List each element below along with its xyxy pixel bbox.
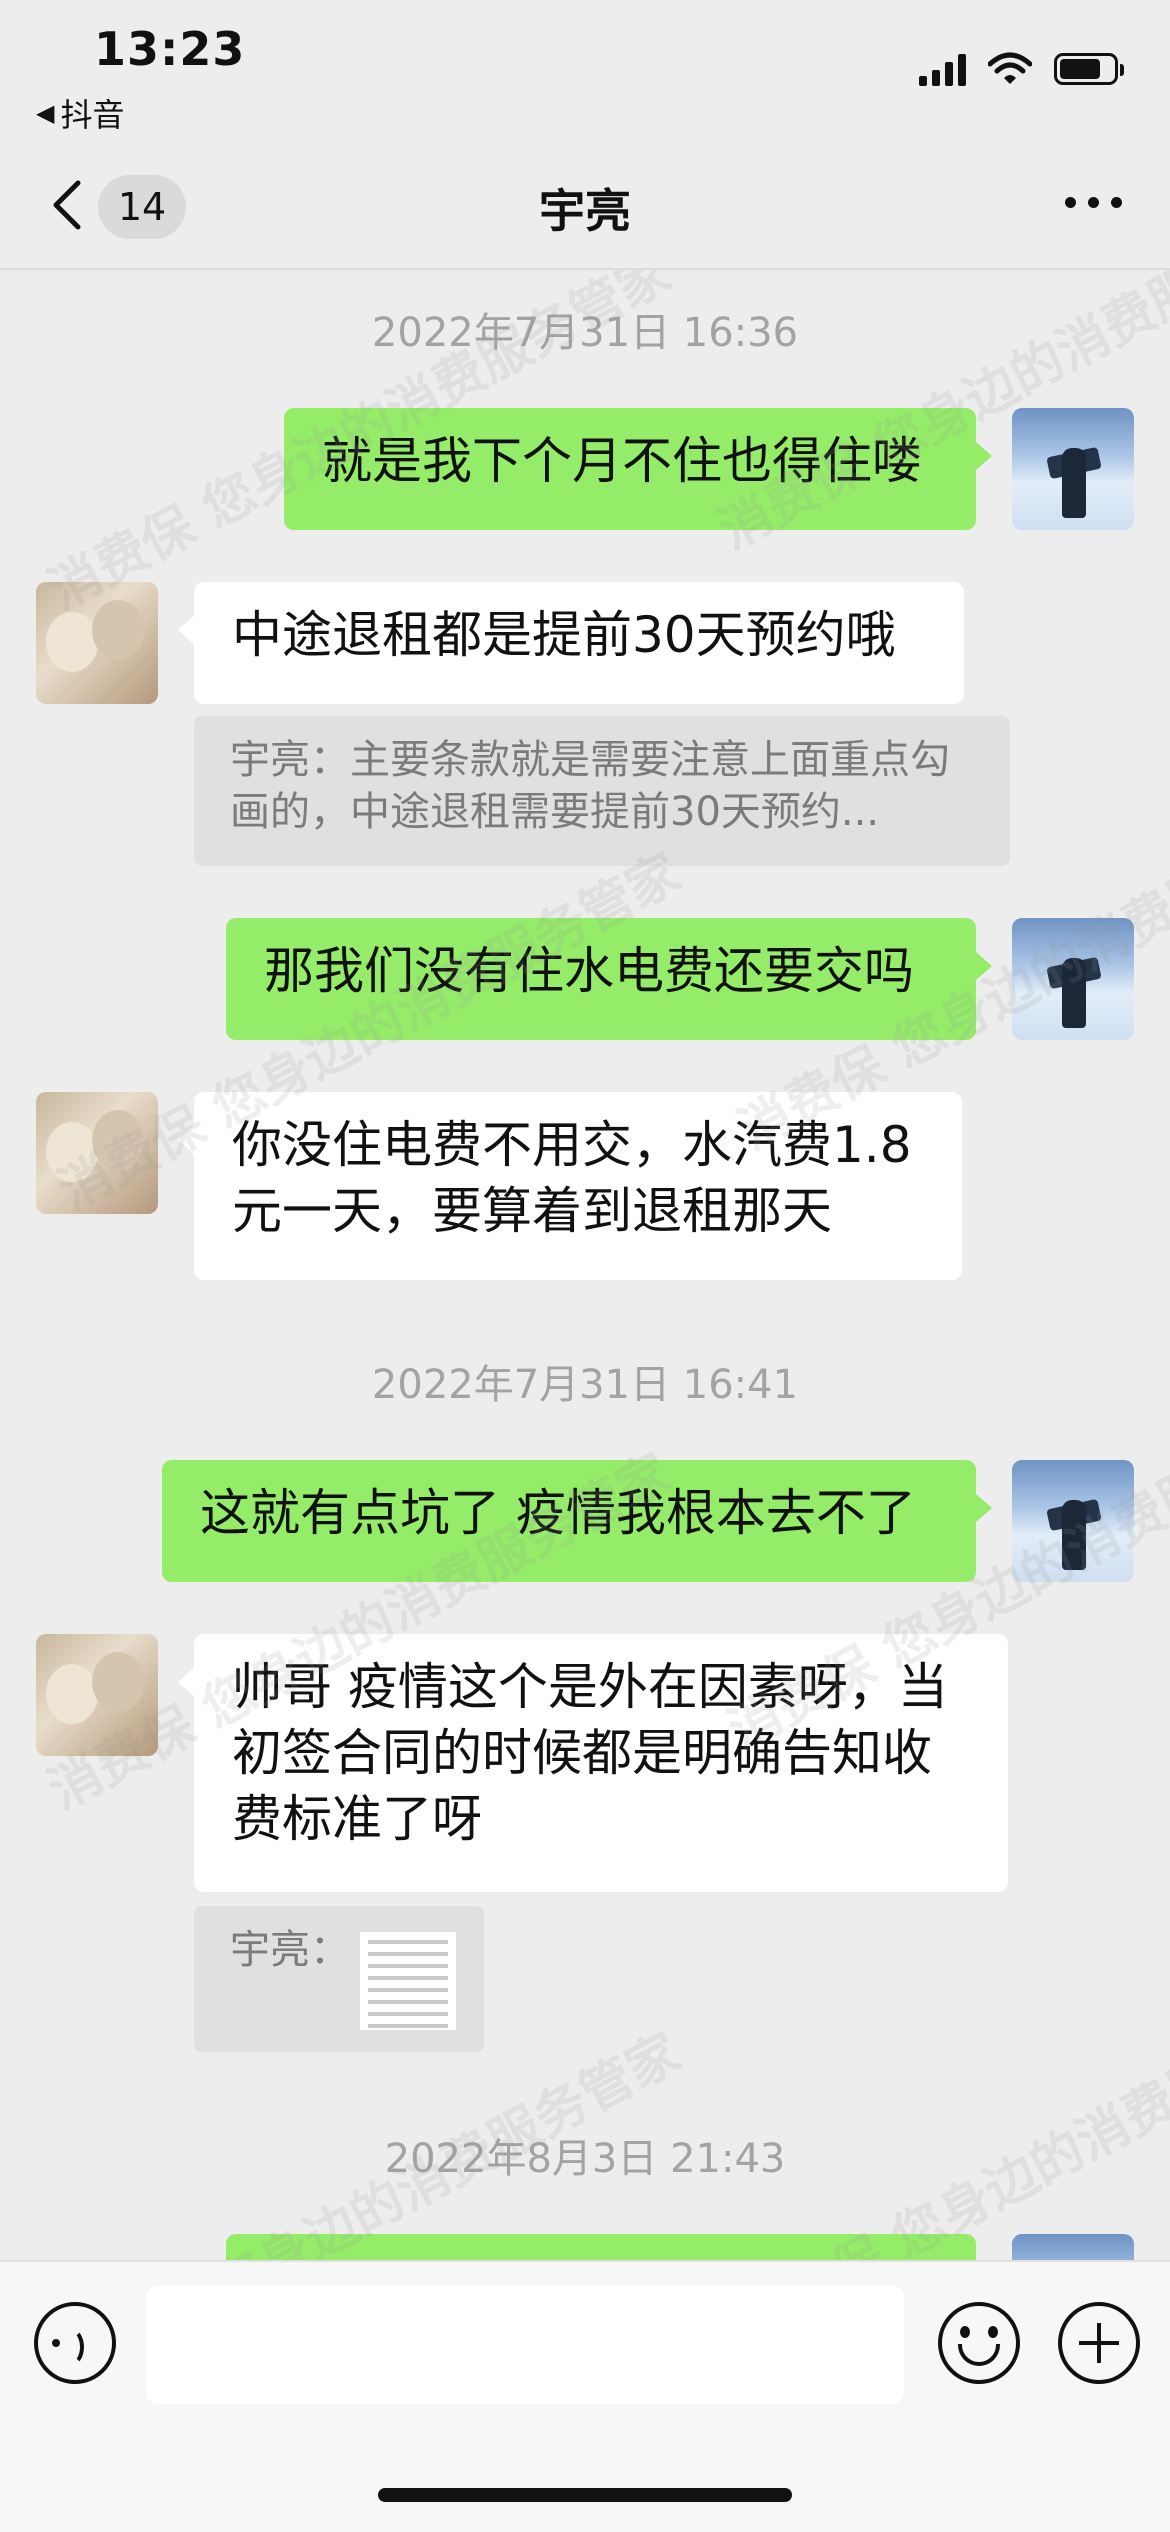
my-message-bubble[interactable]: 这就有点坑了 疫情我根本去不了	[162, 1460, 992, 1582]
contact-message-bubble[interactable]: 帅哥 疫情这个是外在因素呀，当初签合同的时候都是明确告知收费标准了呀	[178, 1634, 1008, 1892]
contact-message-bubble[interactable]: 中途退租都是提前30天预约哦	[178, 582, 964, 704]
chat-header: 14 宇亮	[0, 135, 1170, 270]
my-avatar[interactable]	[1012, 408, 1134, 530]
message-list[interactable]: 2022年7月31日 16:36 就是我下个月不住也得住喽 中途退租都是提前30…	[0, 270, 1170, 2260]
back-triangle-icon: ◀	[36, 99, 55, 127]
chat-title: 宇亮	[539, 184, 631, 238]
quote-sender: 宇亮：	[230, 1927, 350, 1973]
quoted-image-message[interactable]: 宇亮：	[194, 1906, 484, 2052]
timestamp: 2022年8月3日 21:43	[384, 2136, 786, 2182]
timestamp: 2022年7月31日 16:41	[371, 1362, 799, 1408]
my-message-bubble[interactable]: 就是我下个月不住也得住喽	[284, 408, 992, 530]
voice-icon[interactable]	[34, 2302, 116, 2384]
back-to-app-link[interactable]: ◀ 抖音	[36, 90, 124, 136]
timestamp: 2022年7月31日 16:36	[371, 310, 799, 356]
message-input[interactable]	[146, 2286, 904, 2404]
status-icons	[919, 52, 1124, 86]
my-message-bubble[interactable]: 那我们没有住水电费还要交吗	[226, 918, 992, 1040]
document-thumbnail[interactable]	[360, 1932, 456, 2030]
home-indicator[interactable]	[378, 2488, 792, 2502]
my-avatar[interactable]	[1012, 1460, 1134, 1582]
ellipsis-icon[interactable]	[1065, 197, 1122, 208]
contact-avatar[interactable]	[36, 1092, 158, 1214]
contact-avatar[interactable]	[36, 1634, 158, 1756]
wifi-icon	[988, 52, 1032, 84]
emoji-icon[interactable]	[938, 2302, 1020, 2384]
contact-avatar[interactable]	[36, 582, 158, 704]
status-bar: 13:23 ◀ 抖音	[0, 0, 1170, 135]
watermark: 消费保 您身边的消费服务管家	[729, 1972, 1170, 2260]
plus-icon[interactable]	[1058, 2302, 1140, 2384]
my-avatar[interactable]	[1012, 2234, 1134, 2260]
signal-icon	[919, 52, 966, 86]
my-avatar[interactable]	[1012, 918, 1134, 1040]
input-bar	[0, 2260, 1170, 2532]
battery-icon	[1054, 53, 1124, 85]
quoted-message[interactable]: 宇亮：主要条款就是需要注意上面重点勾画的，中途退租需要提前30天预约...	[194, 716, 1010, 866]
back-app-label: 抖音	[60, 96, 125, 134]
contact-message-bubble[interactable]: 你没住电费不用交，水汽费1.8元一天，要算着到退租那天	[178, 1092, 962, 1280]
status-time: 13:23	[94, 22, 246, 76]
my-message-bubble[interactable]	[226, 2234, 976, 2260]
